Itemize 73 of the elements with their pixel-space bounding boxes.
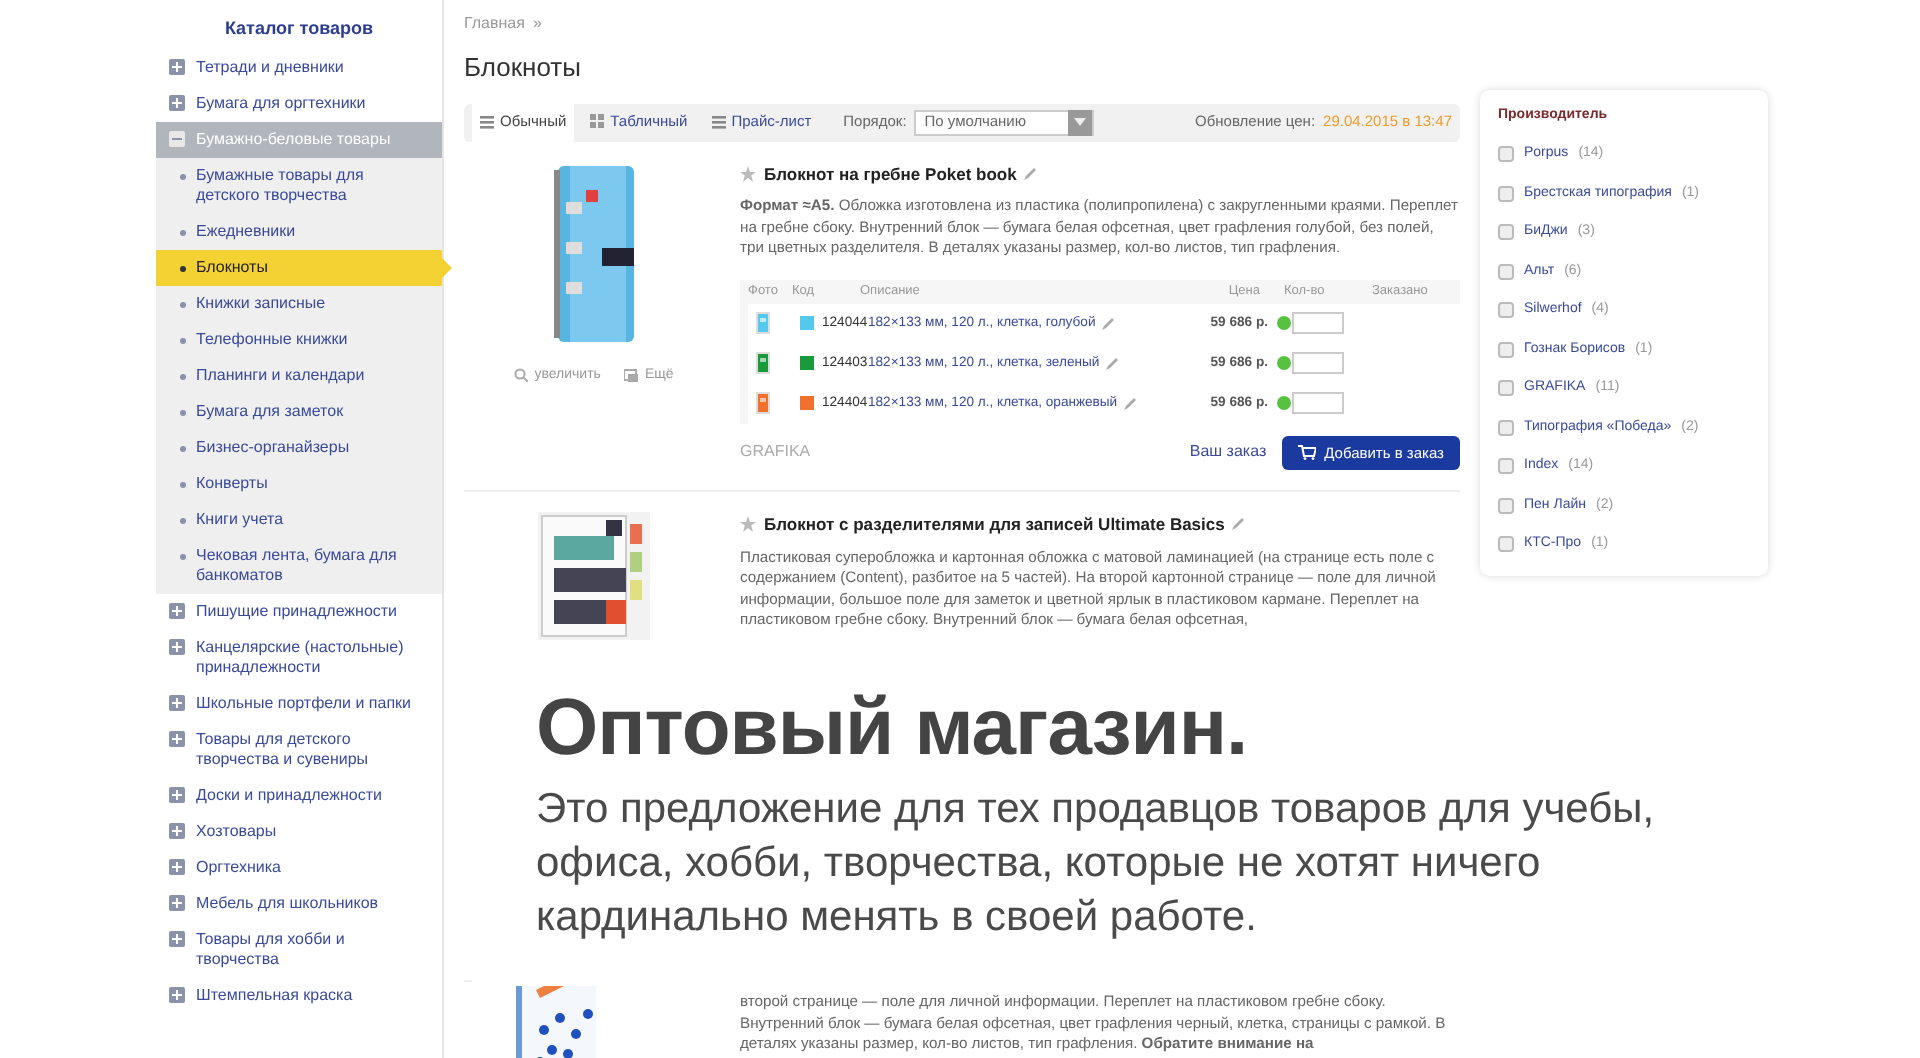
checkbox[interactable] — [1498, 146, 1514, 163]
sidebar-subitem[interactable]: Книжки записные — [156, 286, 442, 322]
sidebar-subitem[interactable]: Конверты — [156, 466, 442, 502]
list-icon — [711, 114, 726, 130]
caret-icon — [1074, 118, 1087, 126]
plus-box-icon — [168, 694, 186, 712]
sidebar-subitem[interactable]: Телефонные книжки — [156, 322, 442, 358]
plus-box-icon — [168, 638, 186, 656]
checkbox[interactable] — [1498, 341, 1514, 358]
order-link[interactable]: Ваш заказ — [1189, 440, 1267, 465]
sidebar-item[interactable]: Канцелярские (настольные) принадлежности — [156, 630, 442, 686]
sidebar-item[interactable]: Оргтехника — [156, 850, 442, 886]
checkbox[interactable] — [1498, 536, 1514, 553]
sidebar-item[interactable]: Пишущие принадлежности — [156, 594, 442, 630]
product-title[interactable]: Блокнот на гребне Poket book — [764, 161, 1017, 187]
grid-icon — [590, 114, 605, 130]
plus-box-icon — [168, 894, 186, 912]
pointer-icon — [442, 258, 452, 278]
sidebar-subitem[interactable]: Книги учета — [156, 502, 442, 538]
sidebar-item[interactable]: Доски и принадлежности — [156, 778, 442, 814]
pencil-icon[interactable] — [1101, 317, 1114, 330]
sidebar-item[interactable]: Бумага для оргтехники — [156, 86, 442, 122]
breadcrumb-separator: » — [532, 12, 542, 36]
product-title[interactable]: Блокнот с разделителями для записей Ultimate Basics — [764, 512, 1225, 538]
sidebar-item[interactable]: Товары для детского творчества и сувениры — [156, 722, 442, 778]
cart-icon — [1298, 444, 1317, 461]
plus-box-icon — [168, 822, 186, 840]
brand-label: GRAFIKA — [740, 440, 811, 465]
checkbox[interactable] — [1498, 224, 1514, 241]
checkbox[interactable] — [1498, 380, 1514, 397]
checkbox[interactable] — [1498, 302, 1514, 319]
plus-box-icon — [168, 602, 186, 620]
plus-box-icon — [168, 730, 186, 748]
list-icon — [480, 114, 494, 130]
page-title: Блокноты — [464, 50, 583, 86]
sidebar-item[interactable]: Мебель для школьников — [156, 886, 442, 922]
banner-text: Это предложение для тех продавцов товаров для учебы, офиса, хобби, творчества, которые не хотят ничего кардинально менять в своей работе. — [536, 784, 1657, 944]
plus-box-icon — [168, 858, 186, 876]
sidebar-subitem[interactable]: Бизнес-органайзеры — [156, 430, 442, 466]
sidebar-item[interactable]: Школьные портфели и папки — [156, 686, 442, 722]
search-icon — [514, 368, 529, 383]
pencil-icon[interactable] — [1123, 397, 1136, 410]
sidebar-item[interactable]: Штемпельная краска — [156, 978, 442, 1014]
copy-icon — [624, 368, 639, 383]
sidebar-subitem[interactable]: Планинги и календари — [156, 358, 442, 394]
sidebar-item[interactable]: Тетради и дневники — [156, 50, 442, 86]
pencil-icon[interactable] — [1232, 518, 1245, 531]
plus-box-icon — [168, 930, 186, 948]
checkbox[interactable] — [1498, 263, 1514, 280]
sidebar-subitem[interactable]: Чековая лента, бумага для банкоматов — [156, 538, 442, 594]
banner-heading: Оптовый магазин. — [536, 682, 1250, 774]
checkbox[interactable] — [1498, 419, 1514, 436]
sidebar-subitem[interactable]: Ежедневники — [156, 214, 442, 250]
pencil-icon[interactable] — [1105, 357, 1118, 370]
star-icon[interactable] — [740, 516, 756, 533]
plus-box-icon — [168, 94, 186, 112]
star-icon[interactable] — [740, 165, 756, 182]
sidebar-item[interactable]: Хозтовары — [156, 814, 442, 850]
sidebar-item[interactable]: Товары для хобби и творчества — [156, 922, 442, 978]
sidebar-subitem[interactable]: Бумага для заметок — [156, 394, 442, 430]
checkbox[interactable] — [1498, 185, 1514, 202]
checkbox[interactable] — [1498, 458, 1514, 475]
checkbox[interactable] — [1498, 497, 1514, 514]
pencil-icon[interactable] — [1024, 167, 1037, 180]
sidebar-subitem[interactable]: Бумажные товары для детского творчества — [156, 158, 442, 214]
plus-box-icon — [168, 986, 186, 1004]
plus-box-icon — [168, 58, 186, 76]
minus-box-icon — [168, 130, 186, 148]
sidebar-title: Каталог товаров — [222, 16, 376, 42]
quantity-field[interactable] — [1292, 352, 1344, 375]
quantity-field[interactable] — [1292, 312, 1344, 335]
plus-box-icon — [168, 786, 186, 804]
quantity-field[interactable] — [1292, 392, 1344, 415]
